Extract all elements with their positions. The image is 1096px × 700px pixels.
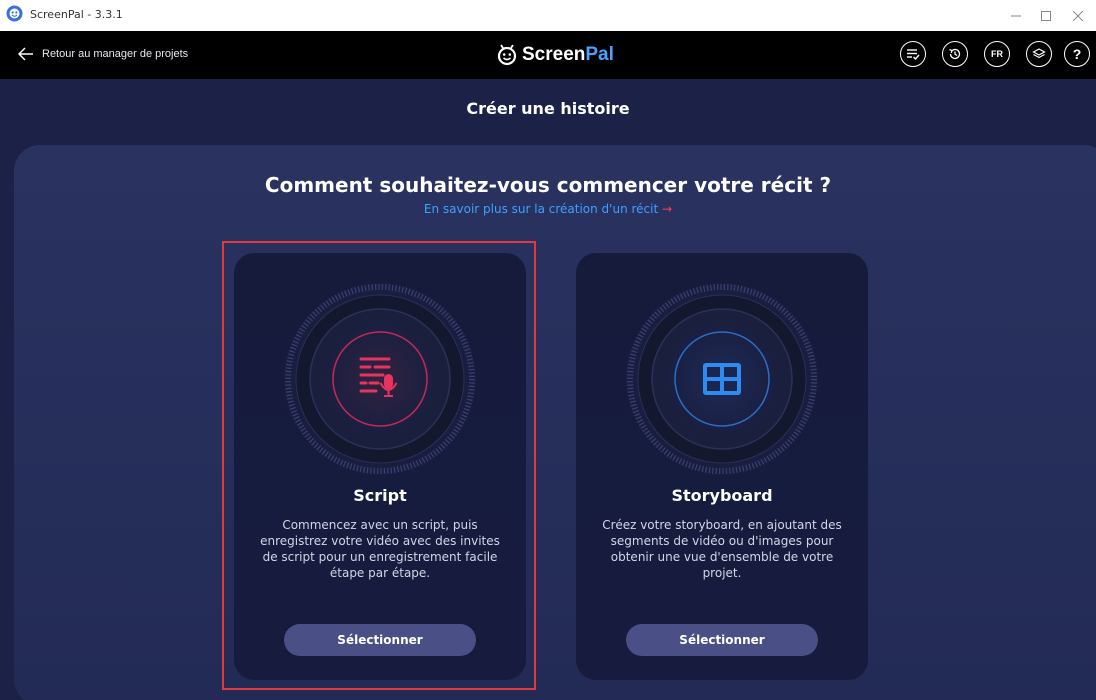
checklist-icon [907, 49, 920, 61]
window-title: ScreenPal - 3.3.1 [30, 8, 123, 21]
story-question-heading: Comment souhaitez-vous commencer votre r… [264, 173, 832, 197]
storyboard-card-title: Storyboard [671, 486, 773, 505]
storyboard-option-card[interactable]: Storyboard Créez votre storyboard, en aj… [576, 253, 868, 680]
screenpal-logo: Screen Pal [496, 44, 614, 66]
layers-button[interactable] [1026, 41, 1052, 67]
close-icon [1073, 10, 1083, 21]
content-panel [14, 145, 1096, 700]
screenpal-logo-icon [497, 44, 517, 66]
app-topbar: Retour au manager de projets Screen Pal [0, 31, 1096, 79]
arrow-right-icon: → [662, 202, 673, 216]
history-icon [949, 48, 961, 60]
close-button[interactable] [1058, 0, 1096, 31]
window-titlebar: ScreenPal - 3.3.1 [0, 0, 1096, 31]
layers-icon [1032, 48, 1046, 59]
screenpal-app-icon [6, 5, 23, 22]
learn-more-link[interactable]: En savoir plus sur la création d'un réci… [0, 202, 1096, 216]
selection-highlight [222, 241, 536, 690]
page-title: Créer une histoire [466, 98, 630, 118]
learn-more-label: En savoir plus sur la création d'un réci… [423, 202, 659, 216]
storyboard-dial-graphic [626, 283, 818, 475]
brand-name-part1: Screen [522, 44, 586, 65]
help-button[interactable]: ? [1064, 41, 1090, 67]
storyboard-select-button[interactable]: Sélectionner [626, 624, 818, 656]
arrow-left-icon [18, 47, 33, 61]
storyboard-card-description: Créez votre storyboard, en ajoutant des … [602, 518, 842, 580]
back-to-projects-link[interactable]: Retour au manager de projets [18, 47, 188, 61]
storyboard-grid-icon [703, 363, 741, 395]
checklist-button[interactable] [900, 41, 926, 67]
page-header: Créer une histoire [0, 79, 1096, 139]
brand-name-part2: Pal [585, 44, 614, 65]
back-link-label: Retour au manager de projets [42, 48, 189, 60]
maximize-icon [1041, 10, 1051, 21]
language-button[interactable]: FR [984, 41, 1010, 67]
minimize-icon [1011, 15, 1021, 16]
history-button[interactable] [942, 41, 968, 67]
